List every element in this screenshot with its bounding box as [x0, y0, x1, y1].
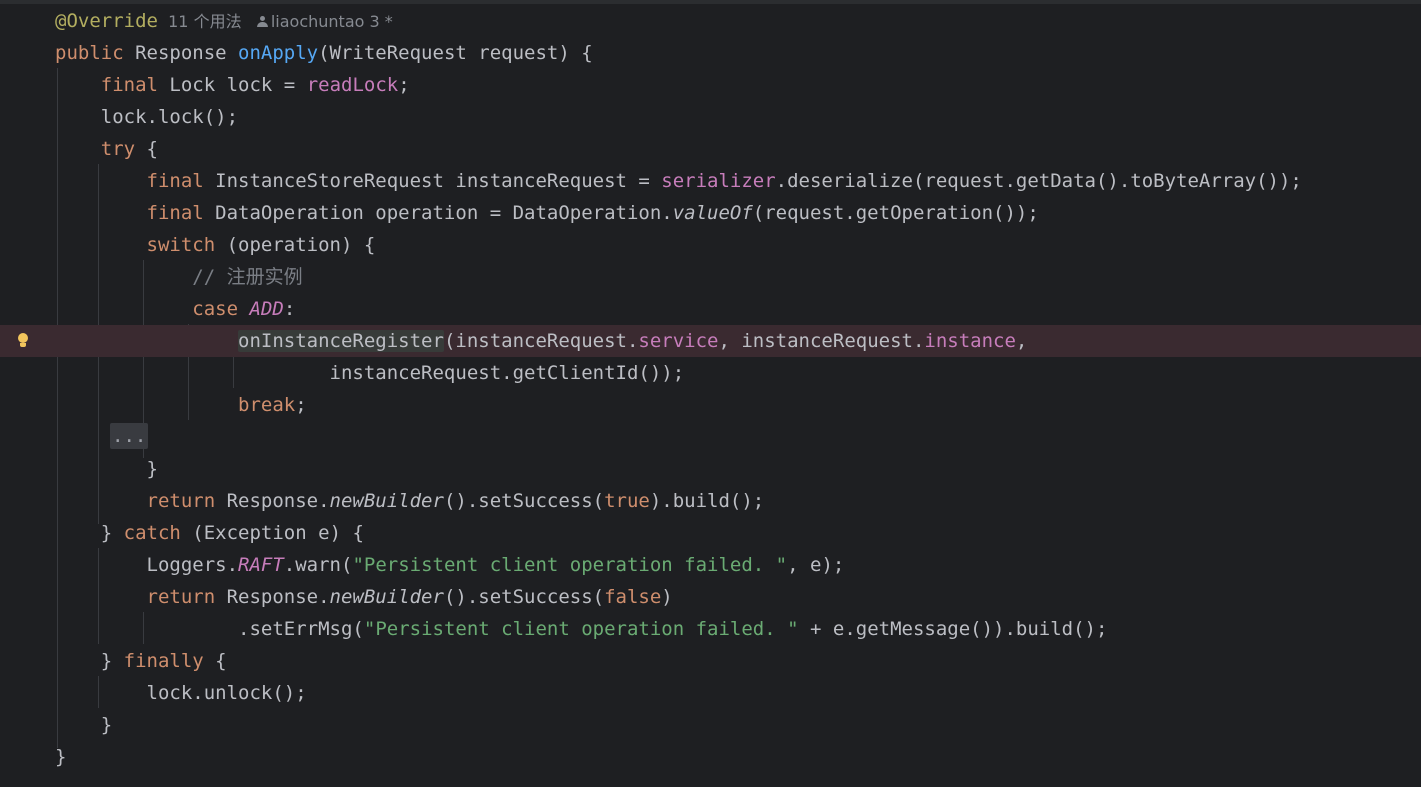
code-line[interactable]: }: [0, 453, 1421, 485]
code-line[interactable]: .setErrMsg("Persistent client operation …: [0, 613, 1421, 645]
string-literal: "Persistent client operation failed. ": [363, 618, 799, 640]
override-annotation: @Override: [55, 10, 158, 32]
code-editor[interactable]: @Override 11 个用法 liaochuntao 3 * public …: [0, 0, 1421, 787]
code-line[interactable]: }: [0, 741, 1421, 773]
code-line[interactable]: final InstanceStoreRequest instanceReque…: [0, 165, 1421, 197]
code-line[interactable]: instanceRequest.getClientId());: [0, 357, 1421, 389]
editor-top-border: [0, 0, 1421, 4]
code-line[interactable]: // 注册实例: [0, 261, 1421, 293]
code-line[interactable]: lock.unlock();: [0, 677, 1421, 709]
code-line[interactable]: } finally {: [0, 645, 1421, 677]
person-icon: [256, 16, 268, 28]
folded-code-region[interactable]: ...: [110, 423, 149, 449]
intention-bulb-icon[interactable]: [16, 332, 30, 352]
code-line[interactable]: break;: [0, 389, 1421, 421]
highlighted-method-call[interactable]: onInstanceRegister: [238, 330, 444, 352]
code-line[interactable]: final Lock lock = readLock;: [0, 69, 1421, 101]
code-line[interactable]: return Response.newBuilder().setSuccess(…: [0, 581, 1421, 613]
code-line[interactable]: lock.lock();: [0, 101, 1421, 133]
code-line[interactable]: }: [0, 709, 1421, 741]
code-line[interactable]: public Response onApply(WriteRequest req…: [0, 37, 1421, 69]
code-comment: // 注册实例: [192, 266, 303, 288]
code-line[interactable]: case ADD:: [0, 293, 1421, 325]
code-line[interactable]: ...: [0, 421, 1421, 453]
string-literal: "Persistent client operation failed. ": [352, 554, 788, 576]
code-line[interactable]: try {: [0, 133, 1421, 165]
highlighted-code-line[interactable]: onInstanceRegister(instanceRequest.servi…: [0, 325, 1421, 357]
code-line[interactable]: } catch (Exception e) {: [0, 517, 1421, 549]
code-line[interactable]: return Response.newBuilder().setSuccess(…: [0, 485, 1421, 517]
code-line[interactable]: final DataOperation operation = DataOper…: [0, 197, 1421, 229]
author-inlay-hint[interactable]: liaochuntao 3 *: [271, 12, 393, 31]
code-line[interactable]: switch (operation) {: [0, 229, 1421, 261]
method-name: onApply: [238, 42, 319, 64]
code-line[interactable]: Loggers.RAFT.warn("Persistent client ope…: [0, 549, 1421, 581]
usages-inlay-hint[interactable]: 11 个用法: [168, 12, 241, 31]
code-line[interactable]: @Override 11 个用法 liaochuntao 3 *: [0, 5, 1421, 37]
